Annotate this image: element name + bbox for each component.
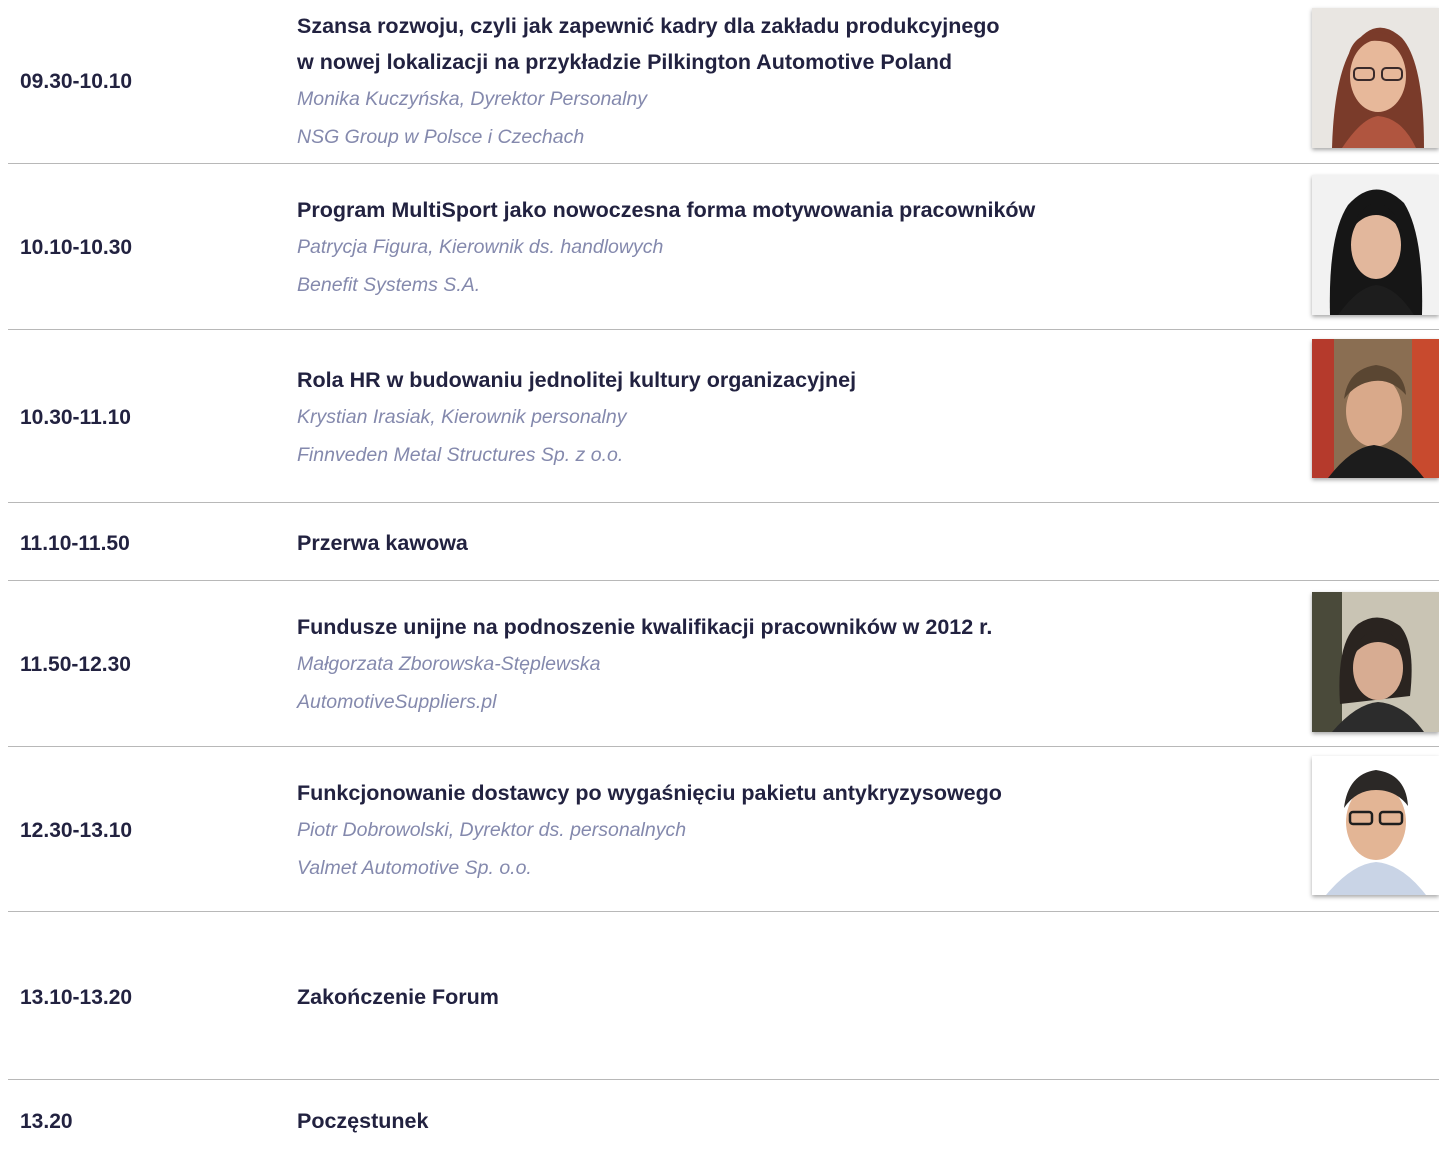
session-title: Przerwa kawowa	[297, 531, 468, 555]
row-separator	[8, 163, 1439, 164]
row-separator	[8, 329, 1439, 330]
speaker-portrait-icon	[1312, 8, 1439, 148]
time-slot: 12.30-13.10	[20, 819, 133, 842]
agenda: 09.30-10.10 Szansa rozwoju, czyli jak za…	[0, 0, 1439, 1153]
session-title: w nowej lokalizacji na przykładzie Pilki…	[297, 50, 953, 74]
speaker-portrait-icon	[1312, 175, 1439, 315]
session-content: Poczęstunek	[297, 1103, 1287, 1139]
session-title: Poczęstunek	[297, 1109, 429, 1133]
time-slot: 10.30-11.10	[20, 406, 131, 429]
speaker-company: Benefit Systems S.A.	[297, 274, 481, 296]
time-slot: 11.50-12.30	[20, 653, 131, 676]
session-title: Funkcjonowanie dostawcy po wygaśnięciu p…	[297, 781, 1002, 805]
session-content: Program MultiSport jako nowoczesna forma…	[297, 192, 1287, 304]
session-content: Przerwa kawowa	[297, 525, 1287, 561]
row-separator	[8, 911, 1439, 912]
session-title: Szansa rozwoju, czyli jak zapewnić kadry…	[297, 14, 1000, 38]
speaker-name: Piotr Dobrowolski, Dyrektor ds. personal…	[297, 819, 687, 841]
row-separator	[8, 502, 1439, 503]
speaker-portrait-icon	[1312, 592, 1439, 732]
session-content: Funkcjonowanie dostawcy po wygaśnięciu p…	[297, 775, 1287, 887]
speaker-company: AutomotiveSuppliers.pl	[297, 691, 497, 713]
session-content: Szansa rozwoju, czyli jak zapewnić kadry…	[297, 8, 1287, 156]
session-title: Zakończenie Forum	[297, 985, 499, 1009]
time-slot: 11.10-11.50	[20, 532, 130, 555]
speaker-portrait-icon	[1312, 339, 1439, 478]
session-title: Fundusze unijne na podnoszenie kwalifika…	[297, 615, 993, 639]
speaker-company: Finnveden Metal Structures Sp. z o.o.	[297, 444, 624, 466]
speaker-name: Krystian Irasiak, Kierownik personalny	[297, 406, 627, 428]
time-slot: 13.20	[20, 1110, 73, 1133]
speaker-name: Małgorzata Zborowska-Stęplewska	[297, 653, 601, 675]
time-slot: 13.10-13.20	[20, 986, 133, 1009]
row-separator	[8, 580, 1439, 581]
session-title: Rola HR w budowaniu jednolitej kultury o…	[297, 368, 857, 392]
time-slot: 09.30-10.10	[20, 70, 133, 93]
row-separator	[8, 746, 1439, 747]
session-content: Fundusze unijne na podnoszenie kwalifika…	[297, 609, 1287, 721]
session-content: Rola HR w budowaniu jednolitej kultury o…	[297, 362, 1287, 474]
session-content: Zakończenie Forum	[297, 979, 1287, 1015]
speaker-portrait-icon	[1312, 756, 1439, 895]
speaker-company: NSG Group w Polsce i Czechach	[297, 126, 585, 148]
speaker-company: Valmet Automotive Sp. o.o.	[297, 857, 532, 879]
time-slot: 10.10-10.30	[20, 236, 133, 259]
speaker-name: Monika Kuczyńska, Dyrektor Personalny	[297, 88, 648, 110]
row-separator	[8, 1079, 1439, 1080]
session-title: Program MultiSport jako nowoczesna forma…	[297, 198, 1036, 222]
speaker-name: Patrycja Figura, Kierownik ds. handlowyc…	[297, 236, 664, 258]
